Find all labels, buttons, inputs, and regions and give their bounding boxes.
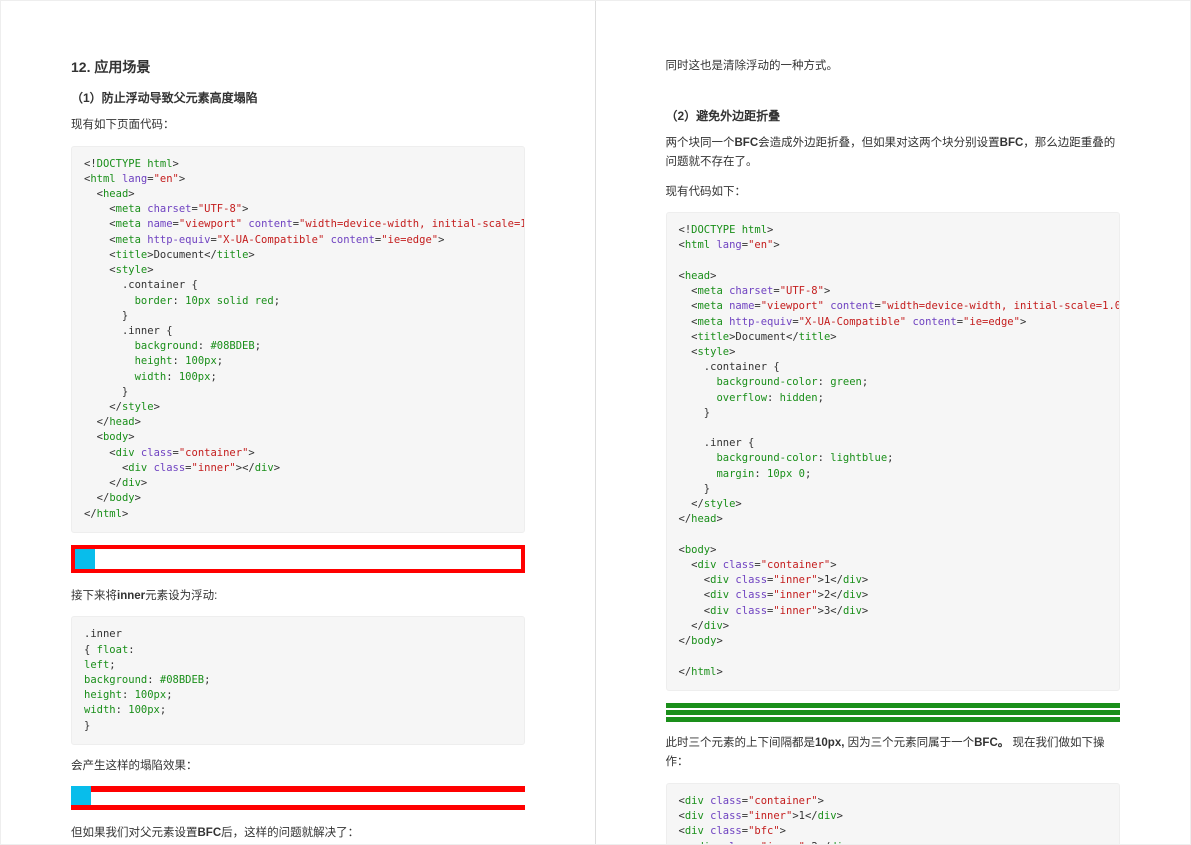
- para-r4-b: 因为三个元素同属于一个: [844, 737, 974, 749]
- demo-stripes: [666, 703, 1121, 722]
- para-l3: 会产生这样的塌陷效果：: [71, 757, 525, 777]
- codeblock-r2: <div class="container"> <div class="inne…: [666, 783, 1121, 844]
- heading-12: 12. 应用场景: [71, 57, 525, 77]
- demo-collapsed-bottom: [71, 805, 525, 810]
- para-r2-b1: BFC: [735, 137, 759, 149]
- para-r3: 现有代码如下：: [666, 183, 1121, 203]
- para-l2-suffix: 元素设为浮动:: [145, 590, 217, 602]
- stripe-row: [666, 703, 1121, 708]
- codeblock-l2: .inner { float: left; background: #08BDE…: [71, 616, 525, 745]
- page-left: 12. 应用场景 （1）防止浮动导致父元素高度塌陷 现有如下页面代码： <!DO…: [1, 1, 596, 844]
- para-l1: 现有如下页面代码：: [71, 116, 525, 136]
- para-l2-bold: inner: [117, 590, 145, 602]
- para-l2-prefix: 接下来将: [71, 590, 117, 602]
- para-r4-b1: 10px,: [815, 737, 844, 749]
- para-r4-a: 此时三个元素的上下间隔都是: [666, 737, 816, 749]
- subheading-2: （2）避免外边距折叠: [666, 107, 1121, 124]
- stripe-row: [666, 710, 1121, 715]
- demo-inner-square: [75, 549, 95, 569]
- para-r4: 此时三个元素的上下间隔都是10px, 因为三个元素同属于一个BFC。 现在我们做…: [666, 734, 1121, 773]
- demo-collapsed-top: [71, 786, 525, 792]
- subheading-1: （1）防止浮动导致父元素高度塌陷: [71, 89, 525, 106]
- demo-collapsed: [71, 786, 525, 810]
- demo-collapsed-square: [71, 786, 91, 806]
- document-spread: 12. 应用场景 （1）防止浮动导致父元素高度塌陷 现有如下页面代码： <!DO…: [0, 0, 1191, 845]
- para-l2: 接下来将inner元素设为浮动:: [71, 587, 525, 607]
- para-l4: 但如果我们对父元素设置BFC后，这样的问题就解决了：: [71, 824, 525, 844]
- para-r2-b: 会造成外边距折叠，但如果对这两个块分别设置: [758, 137, 1000, 149]
- para-r4-b2: BFC。: [974, 737, 1009, 749]
- page-right: 同时这也是清除浮动的一种方式。 （2）避免外边距折叠 两个块同一个BFC会造成外…: [596, 1, 1191, 844]
- para-l4-bold: BFC: [198, 827, 222, 839]
- stripe-row: [666, 717, 1121, 722]
- para-l4-prefix: 但如果我们对父元素设置: [71, 827, 198, 839]
- para-r2: 两个块同一个BFC会造成外边距折叠，但如果对这两个块分别设置BFC，那么边距重叠…: [666, 134, 1121, 173]
- codeblock-l1: <!DOCTYPE html> <html lang="en"> <head> …: [71, 146, 525, 533]
- para-r1: 同时这也是清除浮动的一种方式。: [666, 57, 1121, 77]
- para-r2-a: 两个块同一个: [666, 137, 735, 149]
- para-r2-b2: BFC: [1000, 137, 1024, 149]
- demo-box-bordered: [71, 545, 525, 573]
- para-l4-suffix: 后，这样的问题就解决了：: [221, 827, 359, 839]
- codeblock-r1: <!DOCTYPE html> <html lang="en"> <head> …: [666, 212, 1121, 691]
